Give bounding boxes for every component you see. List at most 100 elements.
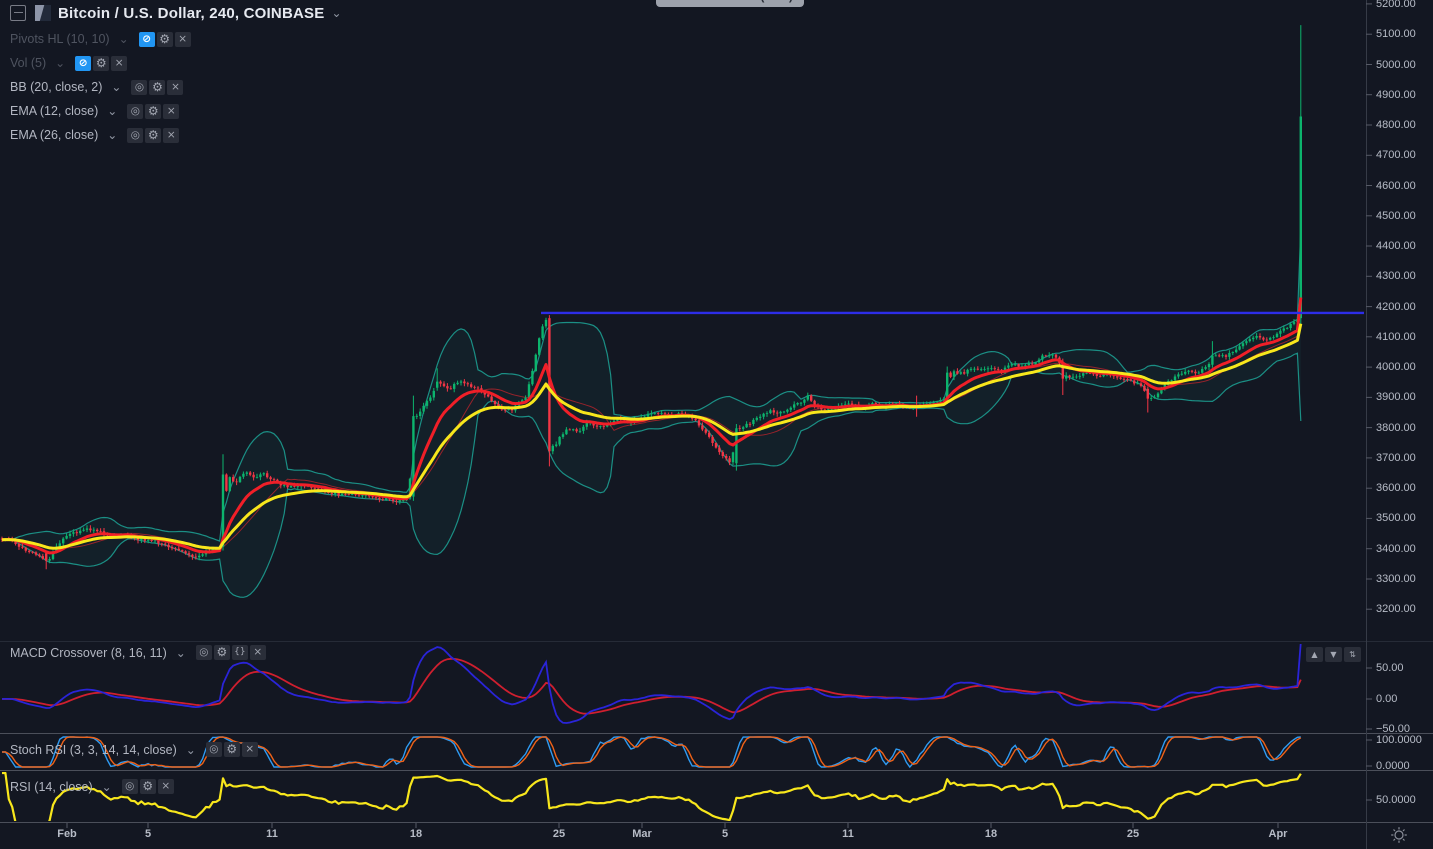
chevron-down-icon[interactable]: ⌄: [107, 106, 117, 116]
price-axis-label: 5000.00: [1376, 59, 1416, 71]
price-axis-label: 4000.00: [1376, 361, 1416, 373]
time-axis-label: 25: [1127, 828, 1139, 840]
price-axis-label: 4800.00: [1376, 119, 1416, 131]
indicator-axis-label: 50.00: [1376, 662, 1404, 674]
time-axis-label: 18: [410, 828, 422, 840]
chevron-down-icon[interactable]: ⌄: [186, 745, 196, 755]
macd-pane-legend: MACD Crossover (8, 16, 11) ⌄ ◎ ⚙ {} ×: [10, 645, 266, 660]
indicator-row-ema12: EMA (12, close) ⌄ ◎ ⚙ ×: [10, 99, 342, 123]
stoch-rsi-pane-legend: Stoch RSI (3, 3, 14, 14, close) ⌄ ◎ ⚙ ×: [10, 742, 258, 757]
price-axis-label: 3300.00: [1376, 573, 1416, 585]
indicator-row-ema26: EMA (26, close) ⌄ ◎ ⚙ ×: [10, 123, 342, 147]
gear-icon[interactable]: ⚙: [145, 104, 161, 119]
indicator-axis-label: 0.0000: [1376, 760, 1410, 772]
chevron-down-icon[interactable]: ⌄: [331, 8, 341, 18]
time-axis-label: 11: [842, 828, 854, 840]
time-axis-label: Apr: [1269, 828, 1288, 840]
symbol-logo: [35, 5, 51, 21]
rsi-pane: [2, 773, 1301, 826]
visibility-icon[interactable]: ◎: [122, 779, 138, 794]
indicator-label[interactable]: MACD Crossover (8, 16, 11): [10, 646, 167, 660]
price-axis-label: 4100.00: [1376, 331, 1416, 343]
price-axis-label: 3900.00: [1376, 391, 1416, 403]
price-axis-label: 5100.00: [1376, 28, 1416, 40]
visibility-icon[interactable]: ◎: [196, 645, 212, 660]
indicator-axis-label: 100.0000: [1376, 734, 1422, 746]
rsi-line: [2, 773, 1301, 826]
visibility-icon[interactable]: ◎: [206, 742, 222, 757]
chevron-down-icon[interactable]: ⌄: [119, 34, 129, 44]
price-axis-label: 5200.00: [1376, 0, 1416, 10]
time-axis-label: 11: [266, 828, 278, 840]
gear-icon[interactable]: ⚙: [145, 128, 161, 143]
price-axis-label: 4500.00: [1376, 210, 1416, 222]
time-axis-label: 5: [145, 828, 151, 840]
chevron-down-icon[interactable]: ⌄: [176, 648, 186, 658]
price-axis-label: 4700.00: [1376, 149, 1416, 161]
indicator-label[interactable]: BB (20, close, 2): [10, 80, 102, 94]
visibility-off-icon[interactable]: ⊘: [139, 32, 155, 47]
time-axis-label: 5: [722, 828, 728, 840]
move-pane-down-icon[interactable]: ▼: [1325, 647, 1342, 662]
price-axis-label: 3800.00: [1376, 422, 1416, 434]
visibility-icon[interactable]: ◎: [127, 104, 143, 119]
gear-icon[interactable]: ⚙: [214, 645, 230, 660]
price-axis-label: 3700.00: [1376, 452, 1416, 464]
indicator-axis-label: 50.0000: [1376, 794, 1416, 806]
symbol-title-row: Bitcoin / U.S. Dollar, 240, COINBASE ⌄: [10, 2, 342, 24]
close-icon[interactable]: ×: [163, 128, 179, 143]
close-icon[interactable]: ×: [163, 104, 179, 119]
time-axis-label: Mar: [632, 828, 652, 840]
legend: Bitcoin / U.S. Dollar, 240, COINBASE ⌄ P…: [10, 2, 342, 147]
chevron-down-icon[interactable]: ⌄: [107, 130, 117, 140]
price-axis-label: 4900.00: [1376, 89, 1416, 101]
source-code-icon[interactable]: {}: [232, 645, 248, 660]
price-axis-label: 4200.00: [1376, 301, 1416, 313]
indicator-label[interactable]: Stoch RSI (3, 3, 14, 14, close): [10, 743, 177, 757]
price-axis-label: 4300.00: [1376, 270, 1416, 282]
chevron-down-icon[interactable]: ⌄: [55, 58, 65, 68]
indicator-label[interactable]: EMA (26, close): [10, 128, 98, 142]
collapse-legend-icon[interactable]: [10, 5, 26, 21]
chevron-down-icon[interactable]: ⌄: [102, 782, 112, 792]
visibility-icon[interactable]: ◎: [131, 80, 147, 95]
visibility-off-icon[interactable]: ⊘: [75, 56, 91, 71]
price-axis-label: 3400.00: [1376, 543, 1416, 555]
indicator-label[interactable]: Pivots HL (10, 10): [10, 32, 110, 46]
maximize-pane-icon[interactable]: ⇅: [1344, 647, 1361, 662]
close-icon[interactable]: ×: [111, 56, 127, 71]
chevron-down-icon[interactable]: ⌄: [111, 82, 121, 92]
price-axis-label: 4400.00: [1376, 240, 1416, 252]
close-icon[interactable]: ×: [158, 779, 174, 794]
close-icon[interactable]: ×: [175, 32, 191, 47]
chart-title[interactable]: Bitcoin / U.S. Dollar, 240, COINBASE: [58, 5, 324, 22]
price-axis-label: 3600.00: [1376, 482, 1416, 494]
time-axis-label: 18: [985, 828, 997, 840]
indicator-label[interactable]: Vol (5): [10, 56, 46, 70]
price-axis-label: 3200.00: [1376, 603, 1416, 615]
indicator-row-bb: BB (20, close, 2) ⌄ ◎ ⚙ ×: [10, 75, 342, 99]
close-icon[interactable]: ×: [242, 742, 258, 757]
indicator-label[interactable]: EMA (12, close): [10, 104, 98, 118]
candle-bodies-up: [4, 117, 1302, 561]
gear-icon[interactable]: ⚙: [149, 80, 165, 95]
gear-icon[interactable]: ⚙: [140, 779, 156, 794]
time-axis-label: 25: [553, 828, 565, 840]
gear-icon[interactable]: ⚙: [224, 742, 240, 757]
exit-fullscreen-tooltip: Exit Full Screen (ESC): [656, 0, 804, 7]
price-axis-label: 3500.00: [1376, 512, 1416, 524]
indicator-row-pivots: Pivots HL (10, 10) ⌄ ⊘ ⚙ ×: [10, 27, 342, 51]
move-pane-up-icon[interactable]: ▲: [1306, 647, 1323, 662]
tradingview-fullscreen-chart: { "glyphs":{"eye":"◎","eye_off":"⊘","gea…: [0, 0, 1433, 849]
close-icon[interactable]: ×: [250, 645, 266, 660]
time-axis-label: Feb: [57, 828, 77, 840]
axis-settings-icon[interactable]: [1390, 826, 1408, 844]
gear-icon[interactable]: ⚙: [93, 56, 109, 71]
indicator-axis-label: 0.00: [1376, 693, 1397, 705]
indicator-label[interactable]: RSI (14, close): [10, 780, 93, 794]
rsi-pane-legend: RSI (14, close) ⌄ ◎ ⚙ ×: [10, 779, 174, 794]
pane-controls: ▲ ▼ ⇅: [1304, 647, 1361, 662]
gear-icon[interactable]: ⚙: [157, 32, 173, 47]
visibility-icon[interactable]: ◎: [127, 128, 143, 143]
close-icon[interactable]: ×: [167, 80, 183, 95]
